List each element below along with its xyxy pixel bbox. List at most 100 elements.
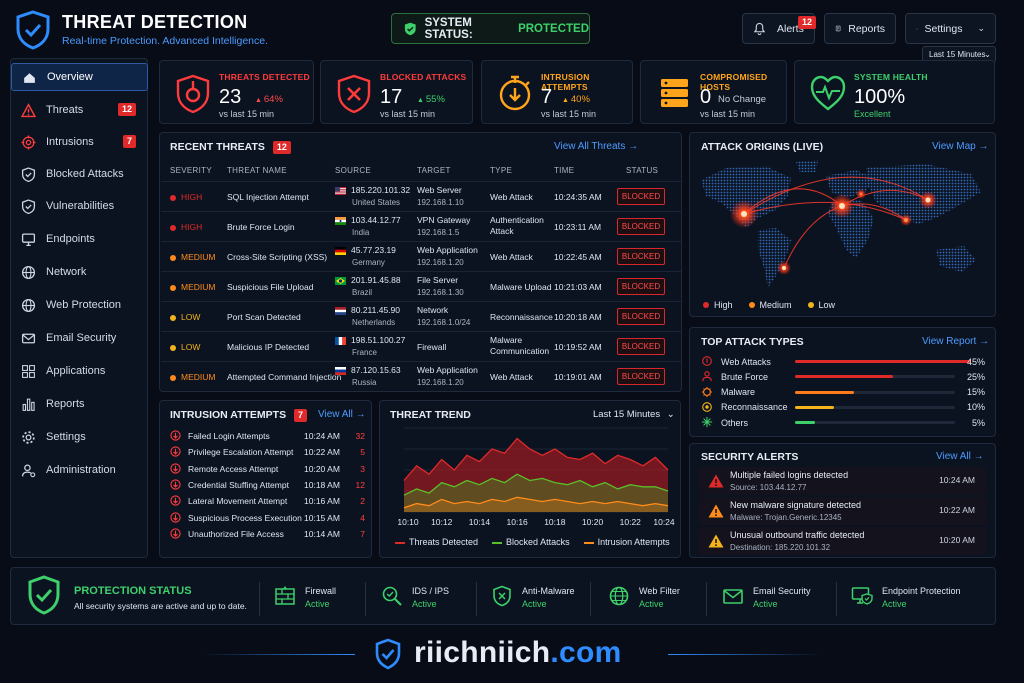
- warning-icon: [21, 102, 36, 117]
- kpi-value: 17: [380, 86, 403, 108]
- sidebar-item-email-security[interactable]: Email Security: [11, 324, 148, 352]
- intrusion-row[interactable]: Privilege Escalation Attempt 10:22 AM 5: [170, 444, 365, 460]
- security-alert-row[interactable]: New malware signature detected Malware: …: [699, 497, 987, 525]
- sidebar-item-applications[interactable]: Applications: [11, 357, 148, 385]
- attack-type-row[interactable]: Brute Force 25%: [700, 369, 985, 384]
- search-shield-icon: [382, 586, 402, 606]
- intrusion-row[interactable]: Failed Login Attempts 10:24 AM 32: [170, 428, 365, 444]
- legend-low-label: Low: [818, 300, 836, 310]
- intrusion-name: Privilege Escalation Attempt: [188, 447, 294, 458]
- threat-row[interactable]: HIGH Brute Force Login 103.44.12.77 Indi…: [161, 211, 681, 241]
- intrusion-time: 10:14 AM: [304, 528, 340, 539]
- recent-threats-title: RECENT THREATS 12: [170, 141, 291, 154]
- source-cell: 185.220.101.32: [335, 185, 410, 196]
- kpi-label: INTRUSION ATTEMPTS: [541, 72, 590, 92]
- security-alerts-title: SECURITY ALERTS: [701, 451, 799, 463]
- source-cell: 103.44.12.77: [335, 215, 401, 226]
- monitor-shield-icon: [851, 587, 873, 605]
- sidebar-item-blocked-attacks[interactable]: Blocked Attacks: [11, 160, 148, 188]
- attack-type-percent: 45%: [966, 356, 985, 367]
- system-status-label: SYSTEM STATUS:: [424, 16, 473, 41]
- kpi-change-value: No Change: [718, 94, 767, 105]
- sidebar-item-settings[interactable]: Settings: [11, 423, 148, 451]
- sidebar-item-endpoints[interactable]: Endpoints: [11, 225, 148, 253]
- settings-button[interactable]: Settings ⌄: [905, 13, 996, 44]
- x-tick-label: 10:16: [507, 517, 529, 527]
- threat-name: Brute Force Login: [227, 222, 295, 232]
- intrusion-count: 7: [360, 528, 365, 539]
- security-alert-row[interactable]: Unusual outbound traffic detected Destin…: [699, 527, 987, 555]
- intrusion-row[interactable]: Remote Access Attempt 10:20 AM 3: [170, 461, 365, 477]
- source-ip: 198.51.100.27: [351, 335, 406, 345]
- sidebar-item-threats[interactable]: Threats 12: [11, 96, 148, 124]
- source-country: Russia: [352, 378, 377, 387]
- threat-row[interactable]: MEDIUM Cross-Site Scripting (XSS) 45.77.…: [161, 241, 681, 271]
- attack-type-row[interactable]: Web Attacks 45%: [700, 354, 985, 369]
- threat-row[interactable]: MEDIUM Suspicious File Upload 201.91.45.…: [161, 271, 681, 301]
- x-tick-label: 10:20: [582, 517, 604, 527]
- mail-icon: [21, 333, 36, 343]
- intrusion-attempts-card[interactable]: INTRUSION ATTEMPTS 7 ▲ 40% vs last 15 mi…: [481, 60, 633, 124]
- intrusion-name: Remote Access Attempt: [188, 463, 279, 474]
- sidebar-item-label: Email Security: [46, 332, 117, 344]
- protection-item-status: Active: [882, 599, 907, 609]
- threat-name: Malicious IP Detected: [227, 342, 310, 352]
- recent-threats-title-text: RECENT THREATS: [170, 141, 265, 153]
- down-arrow-circle-icon: [170, 430, 181, 441]
- sidebar-item-intrusions[interactable]: Intrusions 7: [11, 128, 148, 156]
- blocked-attacks-card[interactable]: BLOCKED ATTACKS 17 ▲ 55% vs last 15 min: [320, 60, 473, 124]
- intrusion-row[interactable]: Credential Stuffing Attempt 10:18 AM 12: [170, 477, 365, 493]
- intrusion-count: 5: [360, 447, 365, 458]
- threat-row[interactable]: HIGH SQL Injection Attempt 185.220.101.3…: [161, 181, 681, 211]
- shield-check-icon: [404, 22, 416, 35]
- attack-type-row[interactable]: Reconnaissance 10%: [700, 400, 985, 415]
- alert-time: 10:20 AM: [939, 535, 975, 545]
- sidebar-item-label: Threats: [46, 104, 84, 116]
- sidebar-item-overview[interactable]: Overview: [11, 63, 148, 91]
- threat-row[interactable]: MEDIUM Attempted Command Injection 87.12…: [161, 361, 681, 391]
- intrusion-view-all-link[interactable]: View All →: [318, 409, 366, 420]
- globe-icon: [21, 265, 36, 279]
- alerts-button[interactable]: Alerts 12: [742, 13, 817, 44]
- threat-row[interactable]: LOW Port Scan Detected 80.211.45.90 Neth…: [161, 301, 681, 331]
- sidebar-item-network[interactable]: Network: [11, 258, 148, 286]
- security-alerts-view-all-link[interactable]: View All →: [936, 451, 984, 462]
- compromised-hosts-card[interactable]: COMPROMISED HOSTS 0 No Change vs last 15…: [640, 60, 787, 124]
- sidebar-item-vulnerabilities[interactable]: Vulnerabilities: [11, 192, 148, 220]
- threats-detected-card[interactable]: THREATS DETECTED 23 ▲ 64% vs last 15 min: [159, 60, 314, 124]
- view-map-link[interactable]: View Map →: [932, 141, 989, 152]
- footer-line-right: [668, 654, 823, 655]
- trend-legend-blocked-label: Blocked Attacks: [506, 537, 570, 547]
- view-report-link[interactable]: View Report →: [922, 336, 989, 347]
- system-health-card[interactable]: SYSTEM HEALTH 100% Excellent: [794, 60, 995, 124]
- threat-type: Reconnaissance: [490, 312, 553, 322]
- security-alert-row[interactable]: Multiple failed logins detected Source: …: [699, 467, 987, 495]
- intrusion-row[interactable]: Suspicious Process Execution 10:15 AM 4: [170, 510, 365, 526]
- intrusion-time: 10:20 AM: [304, 463, 340, 474]
- view-all-threats-link[interactable]: View All Threats →: [554, 141, 638, 152]
- intrusion-count: 12: [355, 479, 365, 490]
- legend-low: Low: [807, 300, 836, 310]
- legend-high-label: High: [714, 300, 733, 310]
- threat-type: Malware Communication: [490, 335, 550, 356]
- kpi-change-value: 64%: [263, 94, 283, 105]
- sidebar-item-administration[interactable]: Administration: [11, 456, 148, 484]
- threat-row[interactable]: LOW Malicious IP Detected 198.51.100.27 …: [161, 331, 681, 361]
- reports-button[interactable]: Reports: [824, 13, 896, 44]
- intrusion-attempts-title: INTRUSION ATTEMPTS 7: [170, 409, 308, 422]
- intrusion-row[interactable]: Unauthorized File Access 10:14 AM 7: [170, 526, 365, 542]
- arrow-right-icon: →: [979, 336, 990, 347]
- threat-type: Web Attack: [490, 192, 533, 202]
- sidebar-item-web-protection[interactable]: Web Protection: [11, 291, 148, 319]
- trend-range-select[interactable]: Last 15 Minutes ⌄: [593, 409, 675, 420]
- attack-type-row[interactable]: Others 5%: [700, 415, 985, 430]
- x-tick-label: 10:12: [431, 517, 453, 527]
- sidebar-item-label: Settings: [46, 431, 86, 443]
- severity-label: HIGH: [181, 192, 203, 202]
- intrusion-row[interactable]: Lateral Movement Attempt 10:16 AM 2: [170, 493, 365, 509]
- attack-type-row[interactable]: Malware 15%: [700, 385, 985, 400]
- severity-label: LOW: [181, 342, 201, 352]
- shield-x-icon: [493, 585, 511, 607]
- sidebar-item-reports[interactable]: Reports: [11, 390, 148, 418]
- trend-range-value: Last 15 Minutes: [593, 409, 661, 420]
